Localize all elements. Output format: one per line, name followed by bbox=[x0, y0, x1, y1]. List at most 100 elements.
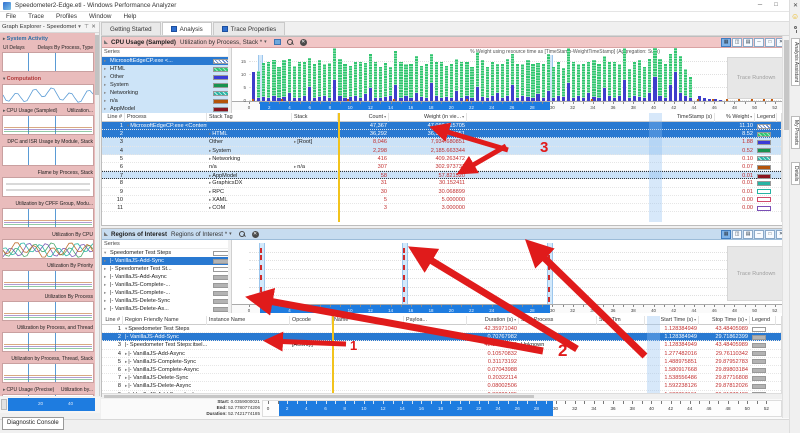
panel-maximize-button[interactable]: □ bbox=[765, 38, 775, 47]
graph-explorer-scrollbar[interactable] bbox=[95, 33, 99, 396]
expander-icon[interactable]: ▸ bbox=[209, 197, 211, 202]
column-header-opcode[interactable]: Opcode bbox=[290, 316, 332, 325]
column-header-line-[interactable]: Line # bbox=[102, 316, 123, 325]
cpu-usage-chart[interactable]: % Weight using resource time as [TimeSta… bbox=[232, 48, 788, 113]
panel-preset[interactable]: Utilization by Process, Stack * bbox=[180, 39, 262, 46]
close-icon[interactable]: ✕ bbox=[90, 24, 97, 30]
table-row[interactable]: 7▸AppModel5857.8215200.01 bbox=[102, 171, 781, 179]
expander-icon[interactable]: ▸ bbox=[125, 375, 127, 380]
explorer-section-computation[interactable]: ▾ Computation bbox=[2, 74, 94, 83]
regions-chart[interactable]: Trace Rundown024681012141618202224262830… bbox=[232, 240, 788, 313]
filter-remove-icon[interactable]: ✕ bbox=[300, 39, 307, 46]
column-header-process[interactable]: Process bbox=[125, 113, 207, 122]
column-header-name[interactable]: Name bbox=[332, 316, 404, 325]
graph-thumbnail[interactable] bbox=[2, 84, 94, 104]
search-icon[interactable] bbox=[239, 231, 246, 238]
series-row--vanillajs-add-sync[interactable]: ▸|- VanillaJS-Add-Sync bbox=[102, 257, 231, 265]
column-header-stack[interactable]: Stack bbox=[292, 113, 338, 122]
tab-details[interactable]: Details bbox=[791, 162, 800, 185]
table-row[interactable]: 11▸COM33.0000000.00 bbox=[102, 204, 781, 212]
table-row[interactable]: 8▸GraphicsDX3130.1524110.01 bbox=[102, 179, 781, 187]
minimize-button[interactable]: ─ bbox=[752, 0, 768, 11]
frozen-column-splitter[interactable] bbox=[338, 113, 340, 222]
graph-thumbnail[interactable] bbox=[2, 270, 94, 290]
column-header--weight[interactable]: % Weight ▾ bbox=[715, 113, 755, 122]
column-header-start-process[interactable]: Start Process bbox=[519, 316, 597, 325]
table-row[interactable]: 3Other▸[Root]8,0467,934.6808511.88 bbox=[102, 138, 781, 146]
main-scrollbar[interactable] bbox=[782, 36, 789, 418]
series-scrollbar[interactable] bbox=[228, 240, 231, 313]
expander-icon[interactable]: ▸ bbox=[209, 148, 211, 153]
graph-thumbnail[interactable] bbox=[2, 394, 94, 396]
table-row[interactable]: 2▸HTML36,29236,121.6200518.52 bbox=[102, 130, 781, 138]
frozen-column-splitter[interactable] bbox=[332, 316, 334, 393]
column-header-legend[interactable]: Legend bbox=[750, 316, 776, 325]
table-row[interactable]: 6▸|- VanillaJS-Complete-Async0.070439881… bbox=[102, 366, 781, 374]
expander-icon[interactable]: ▸ bbox=[3, 108, 6, 114]
chart-x-axis[interactable]: 0246810121416182022242628303234363840424… bbox=[232, 101, 788, 110]
table-view-button[interactable]: ▤ bbox=[743, 38, 753, 47]
table-row[interactable]: 10▸XAML55.0000000.00 bbox=[102, 196, 781, 204]
expander-icon[interactable]: ▸ bbox=[294, 139, 296, 144]
split-view-button[interactable]: ◫ bbox=[732, 230, 742, 239]
expander-icon[interactable]: ▸ bbox=[125, 351, 127, 356]
global-timeline-ruler[interactable]: 0246810121416182022242628303234363840424… bbox=[262, 400, 782, 417]
table-row[interactable]: 4▸System2,2982,185.6633440.52 bbox=[102, 147, 781, 155]
graph-thumbnail[interactable] bbox=[2, 115, 94, 135]
panel-minimize-button[interactable]: ─ bbox=[754, 230, 764, 239]
search-icon[interactable] bbox=[287, 39, 294, 46]
table-row[interactable]: 1▾MicrosoftEdgeCP.exe <Content...47,3674… bbox=[102, 122, 781, 130]
table-row[interactable]: 7▸|- VanillaJS-Delete-Sync0.203221141.53… bbox=[102, 374, 781, 382]
regions-panel-header[interactable]: Regions of Interest Regions of Interest … bbox=[102, 229, 788, 240]
expander-icon[interactable]: ▸ bbox=[125, 383, 127, 388]
tab-my-presets[interactable]: My Presets bbox=[791, 116, 800, 149]
pin-icon[interactable] bbox=[794, 26, 797, 29]
column-header-weight-in-vie-[interactable]: Weight (in vie... ▾ bbox=[389, 113, 467, 122]
filter-remove-icon[interactable]: ✕ bbox=[252, 231, 259, 238]
tab-trace-properties[interactable]: Trace Properties bbox=[213, 22, 286, 35]
graph-explorer-mini-timeline[interactable]: 20 40 bbox=[0, 397, 100, 413]
table-row[interactable]: 2|- VanillaJS-Add-Sync0.707679821.128384… bbox=[102, 333, 781, 341]
column-header-timestamp-s-[interactable]: TimeStamp (s) bbox=[467, 113, 715, 122]
panel-maximize-button[interactable]: □ bbox=[765, 230, 775, 239]
graph-thumbnail[interactable] bbox=[2, 239, 94, 259]
column-header-stop-time-s-[interactable]: Stop Time (s) ▾ bbox=[699, 316, 750, 325]
series-row-microsoftedgecp-exe-[interactable]: ▸MicrosoftEdgeCP.exe <... bbox=[102, 57, 231, 65]
tab-getting-started[interactable]: Getting Started bbox=[101, 22, 161, 35]
table-row[interactable]: 3|- Speedometer Test Steps:itsel...[Acti… bbox=[102, 341, 781, 349]
series-row-other[interactable]: ▸Other bbox=[102, 73, 231, 81]
column-header-legend[interactable]: Legend bbox=[755, 113, 777, 122]
chevron-down-icon[interactable]: ▾ bbox=[76, 24, 83, 30]
series-row-html[interactable]: ▸HTML bbox=[102, 65, 231, 73]
series-row--vanillajs-complete-[interactable]: ▸|- VanillaJS-Complete-... bbox=[102, 289, 231, 297]
table-row[interactable]: 1▾Speedometer Test Steps42.359710401.128… bbox=[102, 325, 781, 333]
series-row-appmodel[interactable]: ▸AppModel bbox=[102, 105, 231, 113]
expander-icon[interactable]: ▾ bbox=[127, 123, 129, 128]
feedback-smiley-icon[interactable]: ☺ bbox=[791, 12, 799, 21]
expander-icon[interactable]: ▸ bbox=[209, 189, 211, 194]
graph-thumbnail[interactable] bbox=[2, 177, 94, 197]
series-row-speedometer-test-steps[interactable]: ▾Speedometer Test Steps bbox=[102, 249, 231, 257]
expander-icon[interactable]: ▸ bbox=[3, 387, 6, 393]
menu-window[interactable]: Window bbox=[83, 12, 117, 21]
series-row--vanillajs-add-async[interactable]: ▸|- VanillaJS-Add-Async bbox=[102, 273, 231, 281]
graph-thumbnail[interactable] bbox=[2, 301, 94, 321]
table-row[interactable]: 6n/a▸n/a307302.9737310.07 bbox=[102, 163, 781, 171]
series-row--vanillajs-delete-as-[interactable]: ▸|- VanillaJS-Delete-As... bbox=[102, 305, 231, 313]
panel-minimize-button[interactable]: ─ bbox=[754, 38, 764, 47]
cpu-usage-panel-header[interactable]: CPU Usage (Sampled) Utilization by Proce… bbox=[102, 37, 788, 48]
tab-analysis-assistant[interactable]: Analysis Assistant bbox=[791, 38, 800, 86]
menu-trace[interactable]: Trace bbox=[22, 12, 50, 21]
explorer-section-system-activity[interactable]: ▸ System Activity bbox=[2, 34, 94, 43]
table-row[interactable]: 5▸|- VanillaJS-Complete-Sync0.311731921.… bbox=[102, 358, 781, 366]
expander-icon[interactable]: ▸ bbox=[209, 180, 211, 185]
table-hscrollbar[interactable] bbox=[102, 393, 783, 398]
preset-dropdown-icon[interactable]: ▾ bbox=[229, 231, 232, 237]
column-header-payloa-[interactable]: Payloa... bbox=[404, 316, 467, 325]
column-header-instance-name[interactable]: Instance Name bbox=[207, 316, 290, 325]
maximize-button[interactable]: □ bbox=[768, 0, 784, 11]
close-icon[interactable]: ✕ bbox=[790, 2, 800, 9]
column-header-count[interactable]: Count ▾ bbox=[340, 113, 389, 122]
series-row--vanillajs-complete-[interactable]: ▸|- VanillaJS-Complete-... bbox=[102, 281, 231, 289]
expander-icon[interactable]: ▸ bbox=[125, 367, 127, 372]
